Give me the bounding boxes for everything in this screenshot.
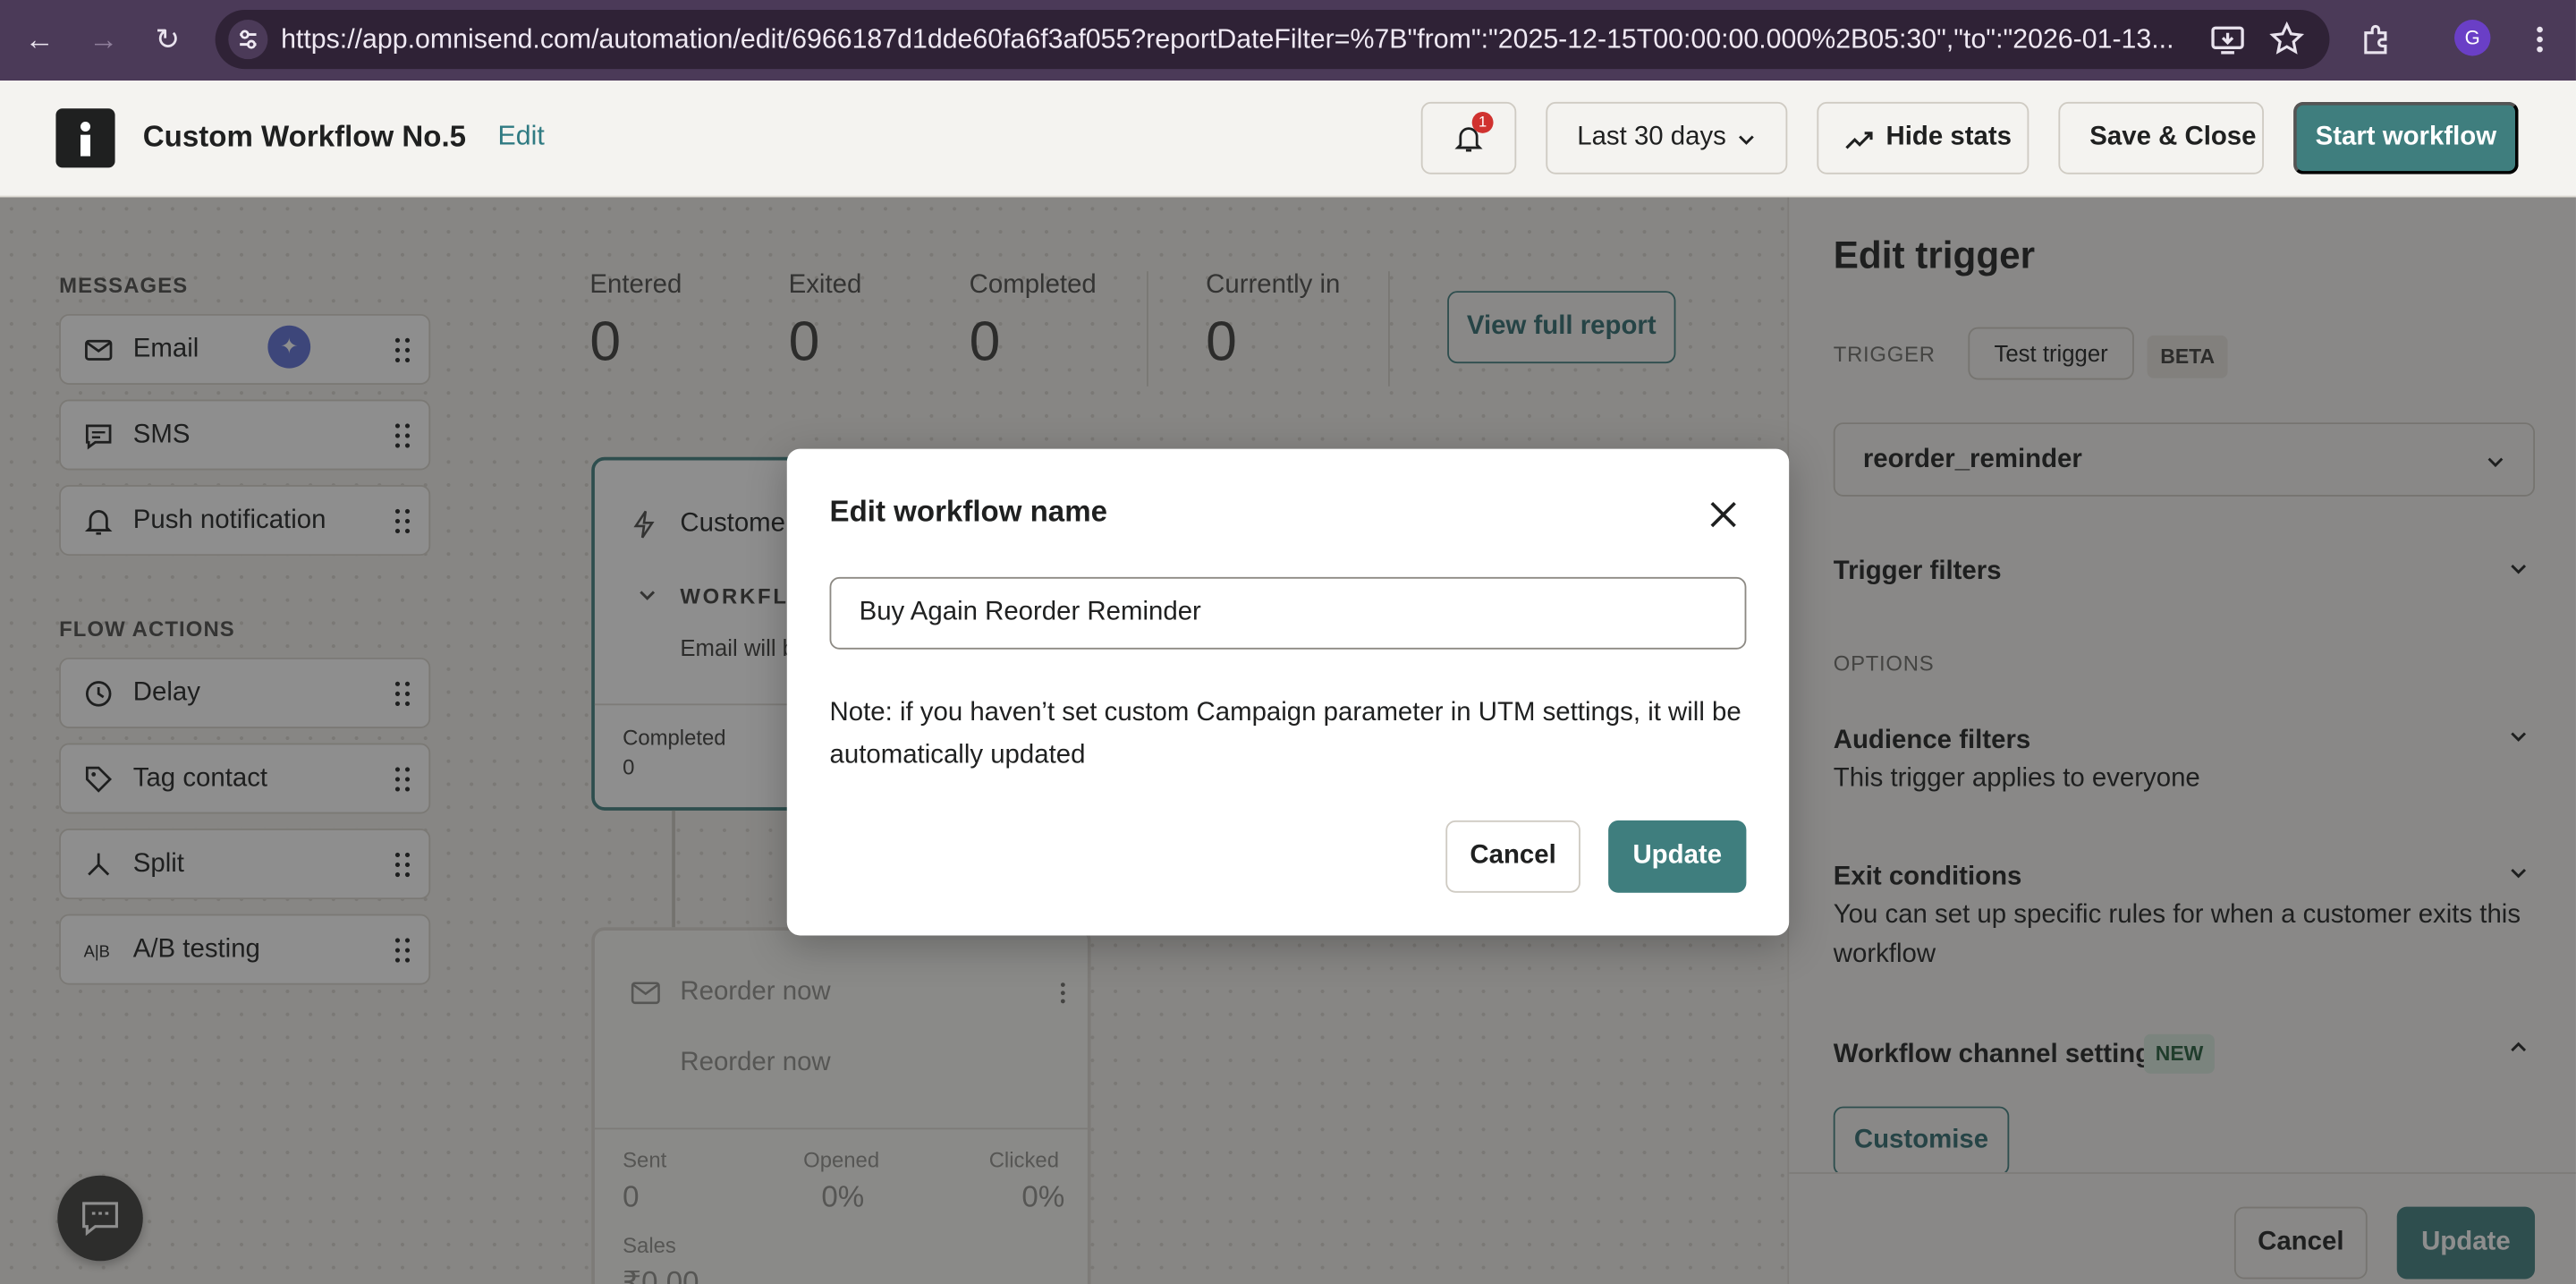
bookmark-star-icon[interactable] [2267,20,2307,59]
app-root: ← → ↻ https://app.omnisend.com/automatio… [0,0,2576,1284]
notification-count-badge: 1 [1471,111,1494,133]
address-bar[interactable]: https://app.omnisend.com/automation/edit… [215,10,2330,70]
hide-stats-label: Hide stats [1885,123,2012,152]
trend-icon [1845,132,1873,149]
dialog-cancel-button[interactable]: Cancel [1445,820,1580,893]
save-close-label: Save & Close [2089,123,2257,152]
hide-stats-button[interactable]: Hide stats [1817,101,2029,174]
edit-name-link[interactable]: Edit [498,122,545,153]
browser-menu-icon[interactable] [2520,20,2559,59]
start-workflow-button[interactable]: Start workflow [2293,101,2519,174]
forward-icon[interactable]: → [84,20,123,59]
omnisend-logo[interactable] [55,108,115,168]
utm-note: Note: if you haven’t set custom Campaign… [829,698,1741,770]
reload-icon[interactable]: ↻ [148,20,187,59]
browser-toolbar: ← → ↻ https://app.omnisend.com/automatio… [0,0,2576,81]
extensions-icon[interactable] [2358,20,2397,59]
close-icon[interactable] [1704,495,1743,534]
dialog-title: Edit workflow name [829,495,1107,528]
app-header: Custom Workflow No.5 Edit 1 Last 30 days… [0,81,2576,198]
url-text: https://app.omnisend.com/automation/edit… [281,24,2174,55]
notifications-button[interactable] [1420,101,1517,174]
site-settings-icon[interactable] [228,20,268,60]
profile-avatar[interactable]: G [2454,20,2491,56]
workflow-title: Custom Workflow No.5 [142,120,467,153]
date-range-select[interactable]: Last 30 days [1546,101,1788,174]
edit-name-dialog: Edit workflow name Note: if you haven’t … [786,448,1790,936]
workflow-name-input[interactable] [829,576,1747,650]
install-app-icon[interactable] [2208,20,2248,59]
dialog-update-button[interactable]: Update [1608,820,1747,893]
back-icon[interactable]: ← [20,20,59,59]
date-range-label: Last 30 days [1577,123,1726,152]
chevron-down-icon [1739,135,1754,145]
save-close-button[interactable]: Save & Close [2058,101,2264,174]
